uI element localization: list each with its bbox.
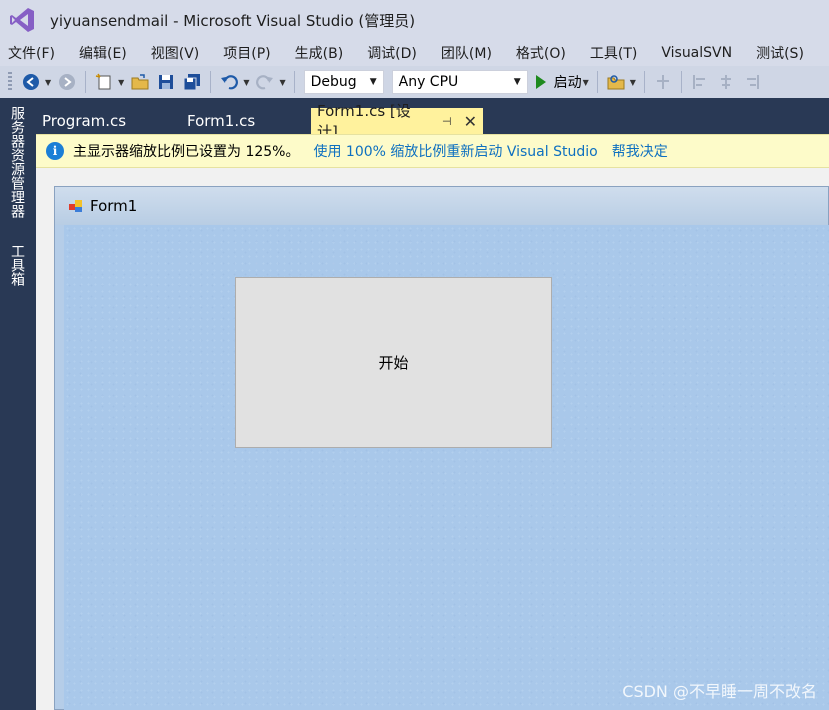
toolbar-separator — [596, 71, 598, 93]
undo-icon[interactable] — [218, 71, 240, 93]
form-designer-surface: Form1 开始 CSDN @不早睡一周不改名 — [36, 168, 829, 710]
navigate-back-icon[interactable] — [20, 71, 42, 93]
menu-test[interactable]: 测试(S) — [756, 43, 804, 63]
save-all-icon[interactable] — [181, 71, 203, 93]
menu-file[interactable]: 文件(F) — [8, 43, 55, 63]
toolbar-separator — [210, 71, 212, 93]
chevron-down-icon: ▼ — [369, 77, 377, 87]
solution-platform-value: Any CPU — [398, 74, 459, 90]
menu-view[interactable]: 视图(V) — [151, 43, 200, 63]
title-bar: yiyuansendmail - Microsoft Visual Studio… — [0, 0, 829, 40]
solution-configuration-select[interactable]: Debug ▼ — [303, 70, 384, 94]
tab-label: Program.cs — [42, 112, 127, 130]
form1-title-bar: Form1 — [55, 187, 828, 225]
toolbox-tab[interactable]: 工具箱 — [7, 244, 27, 286]
menu-team[interactable]: 团队(M) — [441, 43, 492, 63]
toolbar-grip[interactable] — [8, 72, 12, 92]
start-button-label: 启动 — [553, 75, 582, 91]
new-project-dropdown-icon[interactable]: ▼ — [118, 78, 124, 87]
solution-platform-select[interactable]: Any CPU ▼ — [391, 70, 528, 94]
tab-form1-design[interactable]: Form1.cs [设计] ⊣ ✕ — [311, 102, 483, 141]
align-centers-icon[interactable] — [715, 71, 737, 93]
save-icon[interactable] — [155, 71, 177, 93]
tab-label: Form1.cs — [187, 112, 256, 130]
info-message: 主显示器缩放比例已设置为 125%。 — [73, 144, 300, 160]
navigate-forward-icon[interactable] — [56, 71, 78, 93]
menu-bar: 文件(F) 编辑(E) 视图(V) 项目(P) 生成(B) 调试(D) 团队(M… — [0, 40, 829, 66]
side-tool-windows: 服务器资源管理器 工具箱 — [0, 98, 36, 710]
undo-dropdown-icon[interactable]: ▼ — [243, 78, 249, 87]
form1-window[interactable]: Form1 开始 — [54, 186, 829, 710]
align-lefts-icon[interactable] — [689, 71, 711, 93]
close-icon[interactable]: ✕ — [464, 112, 477, 131]
menu-visualsvn[interactable]: VisualSVN — [661, 45, 732, 61]
tab-program-cs[interactable]: Program.cs — [36, 108, 132, 134]
new-project-icon[interactable] — [93, 71, 115, 93]
menu-edit[interactable]: 编辑(E) — [79, 43, 127, 63]
start-button[interactable]: 开始 — [235, 277, 552, 448]
find-in-files-icon[interactable] — [605, 71, 627, 93]
toolbar-separator — [680, 71, 682, 93]
watermark: CSDN @不早睡一周不改名 — [622, 682, 817, 701]
toolbar-separator — [643, 71, 645, 93]
menu-format[interactable]: 格式(O) — [516, 43, 566, 63]
menu-tools[interactable]: 工具(T) — [590, 43, 637, 63]
toolbar-overflow-icon[interactable]: ▼ — [630, 78, 636, 87]
info-icon: i — [46, 142, 64, 160]
align-to-grid-icon[interactable] — [652, 71, 674, 93]
toolbar-separator — [85, 71, 87, 93]
play-icon — [535, 75, 546, 89]
menu-build[interactable]: 生成(B) — [295, 43, 344, 63]
form1-title: Form1 — [90, 197, 138, 215]
redo-icon[interactable] — [254, 71, 276, 93]
menu-debug[interactable]: 调试(D) — [367, 43, 417, 63]
tab-form1-cs[interactable]: Form1.cs — [181, 108, 261, 134]
pin-icon[interactable]: ⊣ — [442, 115, 452, 128]
window-title: yiyuansendmail - Microsoft Visual Studio… — [50, 11, 416, 30]
toolbar-separator — [293, 71, 295, 93]
form-icon — [69, 200, 82, 212]
start-button-text: 开始 — [378, 354, 409, 372]
help-me-decide-link[interactable]: 帮我决定 — [612, 141, 668, 161]
visual-studio-logo-icon — [10, 8, 34, 32]
form1-client-area[interactable]: 开始 — [64, 225, 829, 710]
standard-toolbar: ▼ ▼ ▼ ▼ Debug ▼ Any CPU ▼ 启动 ▼ ▼ — [0, 66, 829, 98]
document-tab-strip: Program.cs Form1.cs Form1.cs [设计] ⊣ ✕ — [36, 98, 829, 141]
menu-project[interactable]: 项目(P) — [223, 43, 270, 63]
chevron-down-icon: ▼ — [513, 77, 521, 87]
navigate-back-dropdown-icon[interactable]: ▼ — [45, 78, 51, 87]
restart-at-100-link[interactable]: 使用 100% 缩放比例重新启动 Visual Studio — [313, 141, 597, 161]
align-rights-icon[interactable] — [741, 71, 763, 93]
open-file-icon[interactable] — [129, 71, 151, 93]
redo-dropdown-icon[interactable]: ▼ — [279, 78, 285, 87]
server-explorer-tab[interactable]: 服务器资源管理器 — [7, 106, 27, 218]
solution-configuration-value: Debug — [310, 74, 357, 90]
start-debugging-button[interactable]: 启动 ▼ — [535, 72, 592, 92]
start-dropdown-icon[interactable]: ▼ — [583, 78, 589, 87]
dpi-info-bar: i 主显示器缩放比例已设置为 125%。 使用 100% 缩放比例重新启动 Vi… — [36, 134, 829, 168]
